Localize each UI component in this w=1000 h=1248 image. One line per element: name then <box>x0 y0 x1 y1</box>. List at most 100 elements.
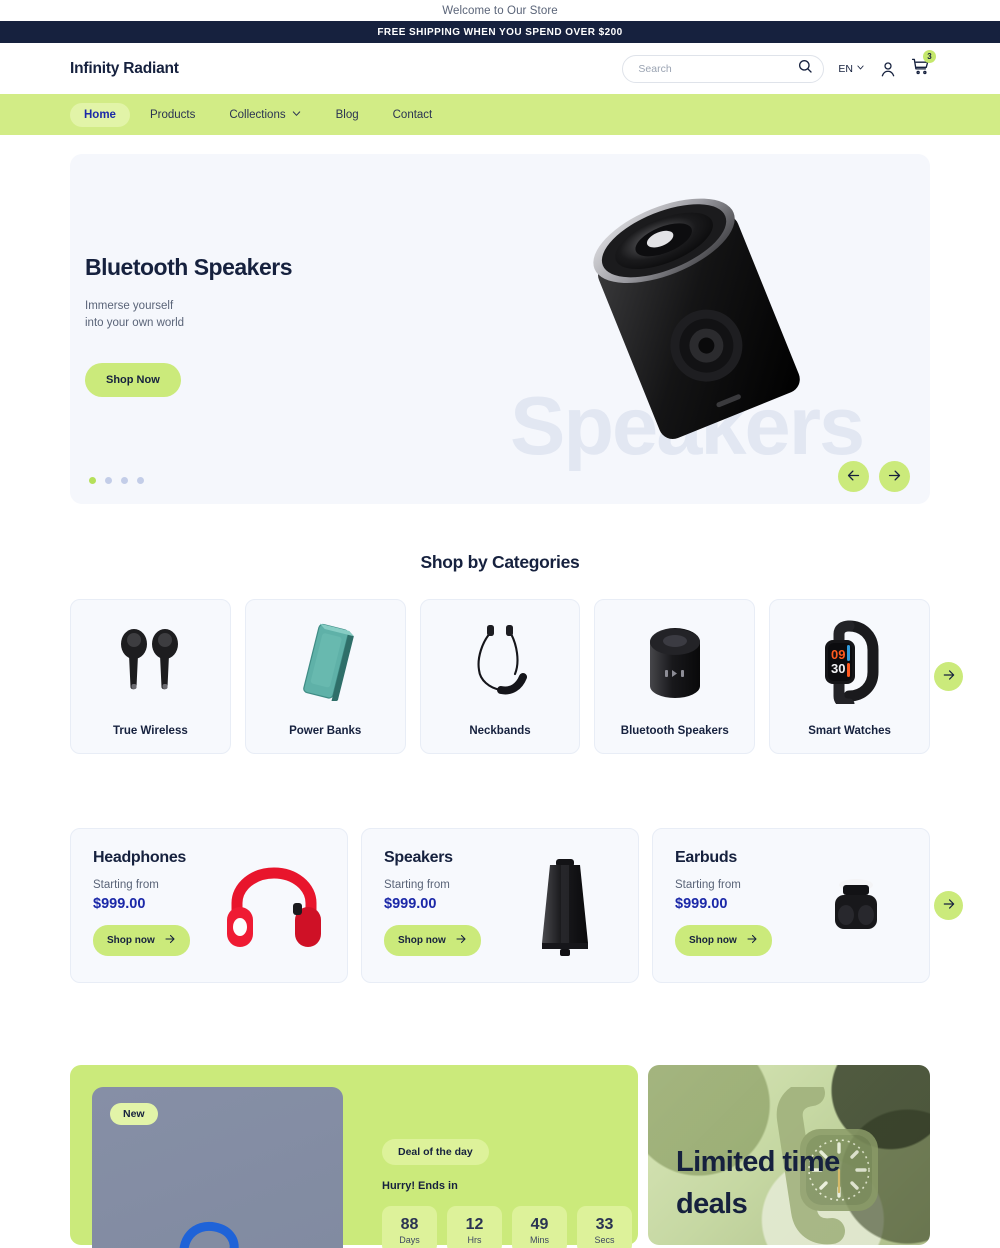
nav-label-products: Products <box>149 108 196 121</box>
nav-label-collections: Collections <box>229 108 286 121</box>
hero-shop-now-button[interactable]: Shop Now <box>85 363 181 397</box>
promo-shop-now-button[interactable]: Shop now <box>675 925 772 956</box>
hero-carousel: Speakers Bluetooth Speakers Immerse your… <box>70 154 930 504</box>
main-navigation: Home Products Collections Blog Contact <box>0 94 1000 135</box>
hero-dots <box>89 477 144 484</box>
categories-heading: Shop by Categories <box>420 552 580 572</box>
category-card-power-banks[interactable]: Power Banks <box>244 599 406 754</box>
deal-of-the-day-card: New Deal of the day Hurry! Ends in 88 Da… <box>70 1065 638 1248</box>
limited-title-line1: Limited time <box>676 1146 840 1178</box>
category-card-neckbands[interactable]: Neckbands <box>419 599 581 754</box>
svg-text:09: 09 <box>831 647 845 662</box>
blue-portable-speaker-image <box>113 1205 323 1248</box>
site-header: Infinity Radiant EN 3 <box>0 43 1000 94</box>
category-card-true-wireless[interactable]: True Wireless <box>70 599 231 754</box>
nav-item-blog[interactable]: Blog <box>322 103 373 127</box>
hero-dot-1[interactable] <box>89 477 96 484</box>
language-selector[interactable]: EN <box>838 63 865 75</box>
category-card-bluetooth-speakers[interactable]: Bluetooth Speakers <box>594 599 756 754</box>
account-icon[interactable] <box>879 60 897 78</box>
arrow-right-icon <box>164 933 176 948</box>
shipping-announcement-bar: FREE SHIPPING WHEN YOU SPEND OVER $200 <box>0 21 1000 43</box>
countdown-label: Hrs <box>467 1234 482 1245</box>
arrow-right-icon <box>942 668 956 685</box>
promos-next-button[interactable] <box>934 891 963 920</box>
nav-item-home[interactable]: Home <box>70 102 130 127</box>
promo-card-speakers[interactable]: Speakers Starting from $999.00 Shop now <box>361 828 639 983</box>
countdown-value: 49 <box>530 1215 549 1233</box>
hero-copy: Bluetooth Speakers Immerse yourself into… <box>85 254 293 397</box>
promo-shop-now-button[interactable]: Shop now <box>384 925 481 956</box>
promo-shop-now-button[interactable]: Shop now <box>93 925 190 956</box>
neckband-earphones-icon <box>463 616 537 706</box>
language-label: EN <box>838 62 853 75</box>
nav-label-home: Home <box>84 108 116 121</box>
category-label: Power Banks <box>289 725 362 737</box>
arrow-right-icon <box>942 897 956 914</box>
arrow-left-icon <box>846 468 861 486</box>
bluetooth-speaker-icon <box>636 616 714 706</box>
chevron-down-icon <box>856 63 865 75</box>
countdown-seconds: 33 Secs <box>577 1206 632 1248</box>
countdown-value: 12 <box>465 1215 484 1233</box>
hero-arrow-controls <box>838 461 910 492</box>
cart-count-badge: 3 <box>923 49 936 63</box>
countdown-label: Mins <box>529 1234 549 1245</box>
countdown-value: 33 <box>595 1215 614 1233</box>
deal-of-the-day-chip: Deal of the day <box>382 1139 489 1165</box>
arrow-right-icon <box>455 933 467 948</box>
cart-button[interactable]: 3 <box>911 49 936 81</box>
limited-time-deals-card[interactable]: Limited time deals <box>648 1065 930 1245</box>
category-label: Smart Watches <box>808 725 891 737</box>
countdown-minutes: 49 Mins <box>512 1206 567 1248</box>
deal-hurry-text: Hurry! Ends in <box>382 1180 458 1192</box>
promo-cta-label: Shop now <box>689 935 737 946</box>
svg-text:30: 30 <box>831 661 845 676</box>
hero-dot-2[interactable] <box>105 477 112 484</box>
promo-card-earbuds[interactable]: Earbuds Starting from $999.00 Shop now <box>652 828 930 983</box>
categories-row: True Wireless Power Banks Neckbands Blue… <box>70 599 963 754</box>
true-wireless-earbuds-icon <box>114 616 186 706</box>
deals-section: New Deal of the day Hurry! Ends in 88 Da… <box>70 1065 930 1248</box>
nav-item-products[interactable]: Products <box>136 103 209 127</box>
countdown-label: Secs <box>594 1234 615 1245</box>
limited-title-line2: deals <box>676 1188 748 1220</box>
welcome-text: Welcome to Our Store <box>442 4 558 17</box>
promo-cta-label: Shop now <box>398 935 446 946</box>
smart-watch-icon: 09 30 <box>811 616 889 706</box>
shipping-text: FREE SHIPPING WHEN YOU SPEND OVER $200 <box>377 26 623 38</box>
hero-prev-button[interactable] <box>838 461 869 492</box>
header-actions: EN 3 <box>622 49 936 83</box>
categories-next-button[interactable] <box>934 662 963 691</box>
category-label: True Wireless <box>113 725 188 737</box>
category-card-smart-watches[interactable]: 09 30 Smart Watches <box>769 599 930 754</box>
countdown-hours: 12 Hrs <box>447 1206 502 1248</box>
hero-subtitle-line1: Immerse yourself <box>85 300 174 312</box>
hero-dot-4[interactable] <box>137 477 144 484</box>
hero-title: Bluetooth Speakers <box>85 254 293 280</box>
promo-cta-label: Shop now <box>107 935 155 946</box>
arrow-right-icon <box>746 933 758 948</box>
search-box[interactable] <box>622 54 825 83</box>
arrow-right-icon <box>887 468 902 486</box>
limited-time-deals-title: Limited time deals <box>676 1141 840 1225</box>
search-icon[interactable] <box>797 58 813 79</box>
brand-logo[interactable]: Infinity Radiant <box>70 60 179 78</box>
nav-item-collections[interactable]: Collections <box>215 102 315 128</box>
hero-subtitle-line2: into your own world <box>85 317 185 329</box>
hero-subtitle: Immerse yourself into your own world <box>85 298 292 332</box>
chevron-down-icon <box>291 108 302 122</box>
countdown-days: 88 Days <box>382 1206 437 1248</box>
countdown-label: Days <box>399 1234 420 1245</box>
nav-item-contact[interactable]: Contact <box>379 103 447 127</box>
deal-product-photo: New <box>92 1087 343 1248</box>
nav-label-contact: Contact <box>392 108 433 121</box>
hero-next-button[interactable] <box>879 461 910 492</box>
search-input[interactable] <box>638 62 798 75</box>
power-bank-icon <box>289 616 361 706</box>
promo-image-speakers <box>510 857 620 957</box>
new-badge: New <box>110 1103 158 1125</box>
hero-dot-3[interactable] <box>121 477 128 484</box>
promo-card-headphones[interactable]: Headphones Starting from $999.00 Shop no… <box>70 828 348 983</box>
promo-image-headphones <box>219 857 329 957</box>
